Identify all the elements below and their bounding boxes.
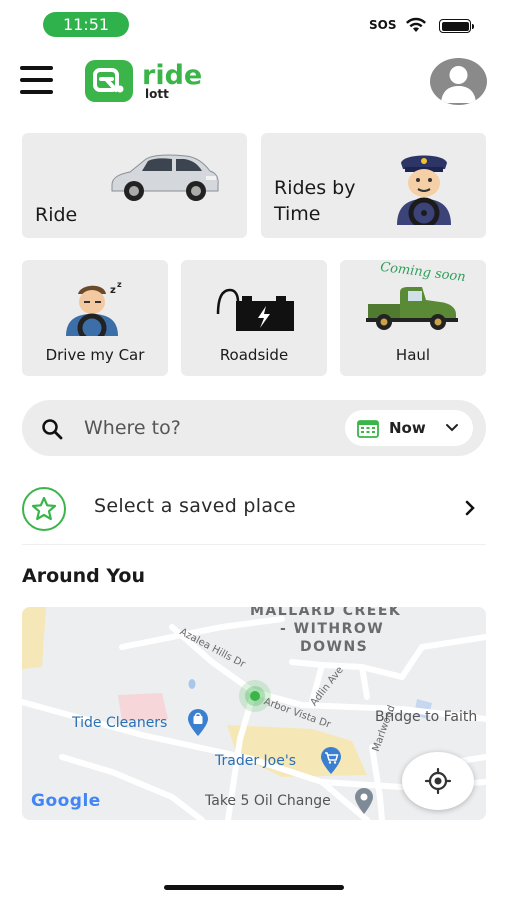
logo-ride-text: ride [142, 60, 203, 91]
google-attribution: Google [31, 791, 101, 811]
poi-trader-joes[interactable]: Trader Joe's [215, 753, 296, 769]
map-neighborhood-line3: DOWNS [300, 639, 369, 655]
chauffeur-driver-icon [397, 155, 451, 225]
map-pin-icon [355, 788, 373, 814]
profile-avatar-icon[interactable] [430, 58, 487, 105]
car-battery-icon [216, 288, 294, 331]
car-icon [111, 154, 219, 201]
divider [22, 544, 486, 545]
map-neighborhood-line2: - WITHROW [280, 621, 385, 637]
location-crosshair-icon [424, 767, 452, 795]
haul-label: Haul [395, 346, 431, 364]
drive-my-car-tile[interactable]: z z Drive my Car [22, 260, 168, 376]
rides-by-time-tile[interactable]: Rides by Time [261, 133, 486, 238]
shopping-cart-pin-icon [321, 747, 341, 774]
wifi-icon [406, 17, 426, 32]
search-icon [42, 419, 63, 440]
chevron-right-icon [465, 500, 475, 516]
sleepy-driver-icon: z z [66, 280, 122, 336]
battery-icon [439, 19, 474, 33]
search-bar: Now [22, 400, 486, 456]
poi-bridge-to-faith[interactable]: Bridge to Faith [375, 709, 477, 725]
pickup-truck-icon [366, 287, 458, 330]
poi-tide-cleaners[interactable]: Tide Cleaners [72, 715, 167, 731]
sos-indicator: SOS [369, 18, 397, 32]
app-screen: 11:51 SOS ride lott Ride Rides by Time z… [0, 0, 507, 900]
drive-my-car-label: Drive my Car [45, 346, 145, 364]
star-icon [22, 487, 66, 531]
map-view[interactable]: MALLARD CREEK - WITHROW DOWNS Azalea Hil… [22, 607, 486, 820]
roadside-label: Roadside [219, 346, 289, 364]
calendar-icon [357, 420, 379, 438]
rides-by-time-label-line1: Rides by [274, 177, 356, 199]
schedule-time-dropdown[interactable]: Now [345, 410, 473, 446]
home-indicator[interactable] [164, 885, 344, 890]
ride-tile[interactable]: Ride [22, 133, 247, 238]
logo-mark-icon [85, 60, 133, 102]
saved-place-row[interactable]: Select a saved place [0, 468, 507, 544]
map-neighborhood-line1: MALLARD CREEK [250, 607, 402, 619]
roadside-tile[interactable]: Roadside [181, 260, 327, 376]
ride-lott-logo: ride lott [85, 60, 202, 102]
poi-take5-oil-change[interactable]: Take 5 Oil Change [205, 793, 331, 809]
ride-tile-label: Ride [35, 204, 78, 226]
svg-text:z: z [117, 280, 122, 289]
app-header: ride lott [0, 56, 507, 108]
haul-tile[interactable]: Coming soon Haul [340, 260, 486, 376]
around-you-title: Around You [22, 565, 145, 587]
status-bar: 11:51 SOS [0, 10, 507, 40]
schedule-time-value: Now [389, 419, 426, 437]
status-time: 11:51 [43, 12, 129, 37]
shopping-bag-pin-icon [188, 709, 208, 736]
chevron-down-icon [446, 424, 458, 432]
my-location-button[interactable] [402, 752, 474, 810]
saved-place-label: Select a saved place [94, 495, 297, 517]
menu-icon[interactable] [20, 66, 53, 94]
where-to-input[interactable] [84, 412, 344, 444]
rides-by-time-label-line2: Time [274, 203, 321, 225]
svg-text:z: z [110, 285, 116, 296]
